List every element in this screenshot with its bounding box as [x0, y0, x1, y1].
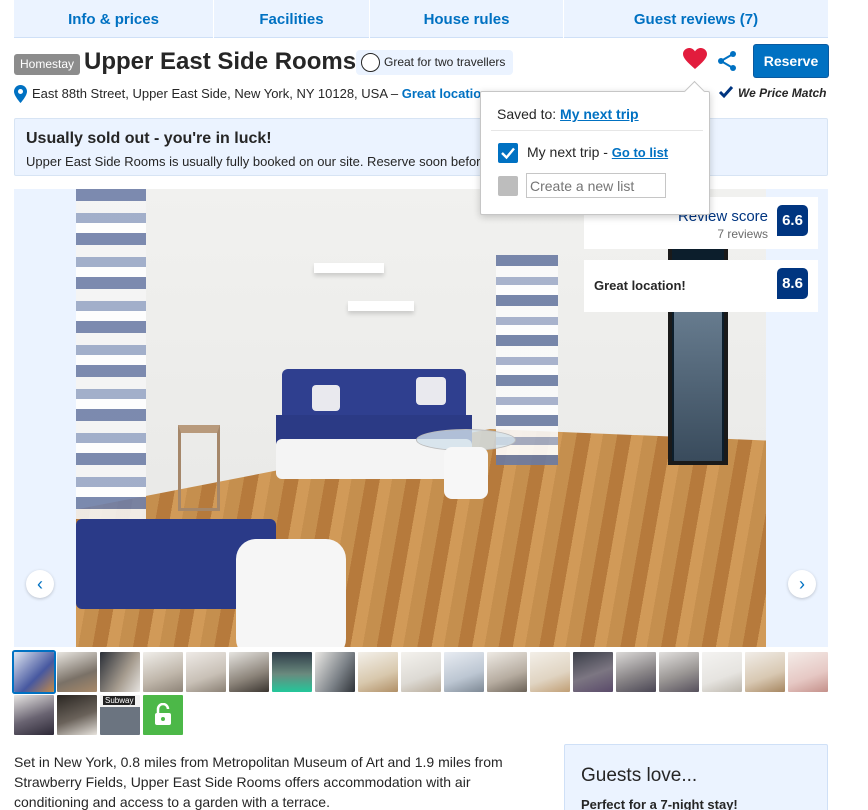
location-score-card[interactable]: Great location! 8.6: [584, 260, 818, 312]
tab-info-prices[interactable]: Info & prices: [14, 0, 214, 38]
chevron-right-icon[interactable]: ›: [788, 570, 816, 598]
heart-icon[interactable]: [683, 48, 707, 70]
thumbnail[interactable]: [745, 652, 785, 692]
thumbnail[interactable]: [573, 652, 613, 692]
address-text: East 88th Street, Upper East Side, New Y…: [32, 86, 399, 101]
thumbnail[interactable]: [14, 652, 54, 692]
thumbnail[interactable]: [315, 652, 355, 692]
thumbnail[interactable]: [659, 652, 699, 692]
thumbnail[interactable]: [401, 652, 441, 692]
saved-list-link[interactable]: My next trip: [560, 106, 639, 122]
thumbnail[interactable]: Subway: [100, 695, 140, 735]
photo-door-glass: [674, 301, 722, 461]
price-match[interactable]: We Price Match: [718, 84, 826, 100]
photo-curtain-left: [76, 189, 146, 519]
guests-love-title: Guests love...: [581, 765, 698, 786]
chevron-left-icon[interactable]: ‹: [26, 570, 54, 598]
share-icon[interactable]: [716, 50, 738, 72]
my-next-trip-checkbox[interactable]: [498, 143, 518, 163]
page-title: Upper East Side Rooms: [84, 48, 357, 75]
price-match-label: We Price Match: [738, 86, 827, 100]
location-score-label: Great location!: [594, 278, 686, 293]
thumbnail[interactable]: [272, 652, 312, 692]
sold-out-title: Usually sold out - you're in luck!: [26, 130, 272, 147]
guests-love-box: Guests love... Perfect for a 7-night sta…: [564, 744, 828, 810]
saved-to-list-popup: Saved to: My next trip My next trip - Go…: [480, 91, 710, 215]
thumbnail[interactable]: [100, 652, 140, 692]
lock-icon[interactable]: [143, 695, 183, 735]
thumbnail[interactable]: [530, 652, 570, 692]
go-to-list-link[interactable]: Go to list: [612, 145, 668, 160]
thumbnail[interactable]: [143, 652, 183, 692]
thumbnail[interactable]: [616, 652, 656, 692]
thumbnail[interactable]: [57, 652, 97, 692]
reserve-button[interactable]: Reserve: [754, 45, 828, 77]
tab-facilities[interactable]: Facilities: [214, 0, 370, 38]
new-list-checkbox[interactable]: [498, 176, 518, 196]
photo-coffee-table: [416, 429, 516, 499]
thumbnail[interactable]: [444, 652, 484, 692]
main-photo[interactable]: [76, 189, 766, 647]
thumbnail[interactable]: [788, 652, 828, 692]
location-score-value: 8.6: [777, 268, 808, 299]
property-address: East 88th Street, Upper East Side, New Y…: [32, 86, 482, 101]
saved-to-label: Saved to:: [497, 106, 557, 122]
new-list-input[interactable]: [526, 173, 666, 198]
check-icon: [501, 147, 515, 160]
thumbnail[interactable]: [14, 695, 54, 735]
travellers-icon: [361, 53, 380, 72]
thumbnail[interactable]: [487, 652, 527, 692]
photo-shelf: [348, 301, 414, 311]
thumbnail[interactable]: [57, 695, 97, 735]
section-tabs: Info & prices Facilities House rules Gue…: [14, 0, 828, 38]
property-type-badge: Homestay: [14, 54, 81, 75]
sold-out-text: Upper East Side Rooms is usually fully b…: [26, 154, 557, 169]
travellers-pill-label: Great for two travellers: [384, 55, 506, 69]
property-description: Set in New York, 0.8 miles from Metropol…: [14, 754, 503, 810]
review-count: 7 reviews: [717, 227, 768, 241]
tab-house-rules[interactable]: House rules: [370, 0, 564, 38]
photo-pillow: [416, 377, 446, 405]
thumbnail[interactable]: [186, 652, 226, 692]
thumbnail[interactable]: [358, 652, 398, 692]
thumbnail-caption: Subway: [103, 696, 136, 705]
tab-guest-reviews[interactable]: Guest reviews (7): [564, 0, 828, 38]
saved-to: Saved to: My next trip: [497, 106, 639, 122]
photo-sofa-foreground: [76, 489, 346, 647]
thumbnail[interactable]: [229, 652, 269, 692]
my-next-trip-label: My next trip -: [527, 144, 608, 160]
price-match-icon: [718, 86, 734, 99]
photo-gallery: [14, 189, 828, 647]
great-location-link[interactable]: Great location: [402, 86, 482, 101]
photo-shelf: [314, 263, 384, 273]
guests-love-perfect: Perfect for a 7-night stay!: [581, 797, 738, 810]
thumbnail[interactable]: [702, 652, 742, 692]
photo-pillow: [312, 385, 340, 411]
popup-divider: [491, 130, 703, 131]
travellers-pill: Great for two travellers: [356, 50, 514, 75]
my-next-trip-option: My next trip - Go to list: [527, 144, 668, 160]
pin-icon: [14, 85, 27, 103]
review-score-value: 6.6: [777, 205, 808, 236]
